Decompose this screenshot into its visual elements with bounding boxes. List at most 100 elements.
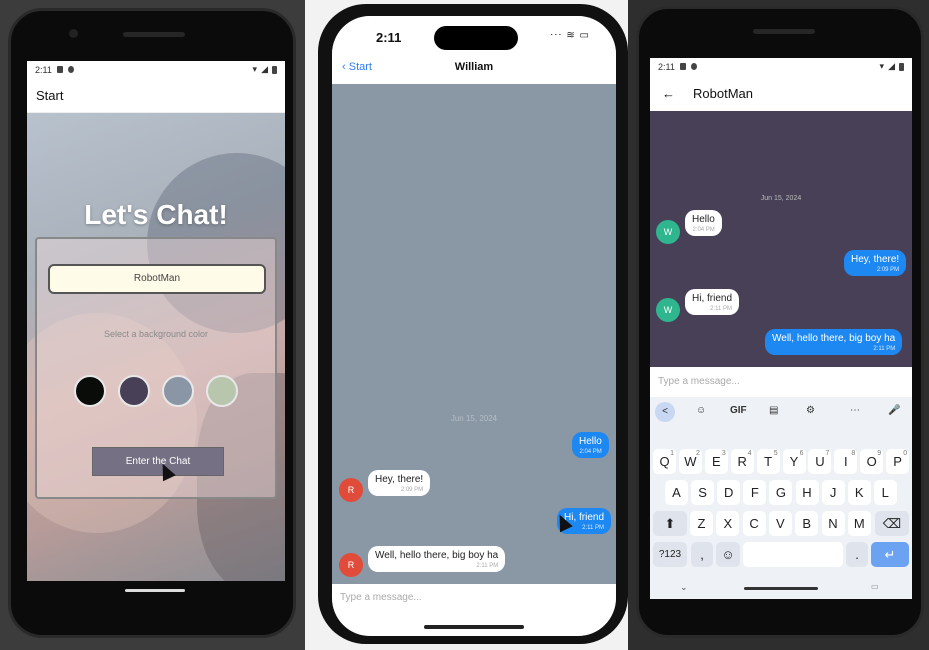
message-text: Well, hello there, big boy ha [375,550,499,561]
keyboard-switch-icon[interactable]: ▭ [871,582,879,591]
key-e[interactable]: E3 [704,449,728,474]
key-s[interactable]: S [691,480,715,505]
color-swatch-blue-gray[interactable] [162,375,194,407]
notification-icon [690,63,697,70]
key-v[interactable]: V [768,511,792,536]
app-bar: ← RobotMan [650,75,912,111]
space-bar[interactable] [743,542,843,567]
key-label: M [853,516,865,531]
key-label: D [723,485,734,500]
message-input[interactable]: Type a message... [332,584,616,614]
name-input[interactable]: RobotMan [48,264,266,294]
key-label: C [749,516,759,531]
color-swatch-purple[interactable] [118,375,150,407]
back-arrow-icon[interactable]: ← [662,86,675,101]
gif-icon[interactable]: GIF [730,405,747,416]
key-hint: 5 [773,450,778,457]
sim-icon [679,63,686,70]
key-m[interactable]: M [847,511,871,536]
clipboard-icon[interactable]: ▤ [769,405,778,416]
emoji-key[interactable]: ☺ [716,542,740,567]
key-hint: 6 [799,450,804,457]
message-bubble: Hey, there! 2:09 PM [368,470,431,496]
key-w[interactable]: W2 [678,449,702,474]
key-label: Q [659,454,670,469]
shift-key[interactable]: ⬆ [653,511,687,536]
period-key[interactable]: . [846,542,868,567]
key-o[interactable]: O9 [860,449,884,474]
key-label: W [684,454,697,469]
key-hint: 8 [851,450,856,457]
key-y[interactable]: Y6 [782,449,806,474]
key-label: V [776,516,785,531]
date-divider: Jun 15, 2024 [450,414,498,423]
gear-icon[interactable]: ⚙ [806,405,815,416]
key-n[interactable]: N [821,511,845,536]
message-list: Jun 15, 2024 W Hello 2:04 PM Hey, there!… [650,111,912,367]
key-f[interactable]: F [743,480,767,505]
key-q[interactable]: Q1 [653,449,676,474]
key-hint: 2 [695,450,700,457]
message-input[interactable]: Type a message... [650,367,912,397]
key-i[interactable]: I8 [834,449,858,474]
key-z[interactable]: Z [690,511,713,536]
nav-header: 2:11 ⋅⋅⋅ ≋ ▭ ‹ Start William [332,16,616,84]
key-label: Z [697,516,706,531]
key-k[interactable]: K [847,480,871,505]
key-u[interactable]: U7 [808,449,832,474]
key-label: L [881,485,889,500]
key-r[interactable]: R4 [730,449,754,474]
collapse-icon[interactable]: < [655,402,675,422]
start-screen: 2:11 ▾ ◢ Start Let's Chat! RobotMan Sele… [27,61,285,581]
home-indicator[interactable] [744,587,818,590]
message-bubble: Hi, friend 2:11 PM [685,289,740,315]
key-b[interactable]: B [795,511,819,536]
key-j[interactable]: J [821,480,845,505]
key-label: G [775,485,786,500]
key-label: Y [789,454,799,469]
message-bubble: Hello 2:04 PM [572,432,609,458]
key-h[interactable]: H [795,480,819,505]
android-phone-chat-robotman: 2:11 ▾ ◢ ← RobotMan Jun 15, 2024 W Hello… [636,6,924,638]
key-label: F [750,485,759,500]
enter-key[interactable]: ↵ [871,542,909,567]
key-l[interactable]: L [873,480,897,505]
key-label: X [723,516,733,531]
backspace-key[interactable]: ⌫ [875,511,909,536]
color-swatch-black[interactable] [74,375,106,407]
microphone-icon[interactable]: 🎤 [888,405,900,416]
message-text: Hey, there! [851,254,900,265]
home-indicator[interactable] [125,589,185,592]
chat-title: William [454,61,494,73]
dynamic-island [434,26,518,50]
key-c[interactable]: C [742,511,766,536]
key-p[interactable]: P0 [886,449,910,474]
app-bar: Start [27,78,285,113]
front-camera [69,29,78,38]
battery-icon [272,65,277,74]
more-icon[interactable]: ⋯ [850,405,860,416]
key-t[interactable]: T5 [756,449,780,474]
soft-keyboard: < ☺ GIF ▤ ⚙ ⋯ 🎤 Q1W2E3R4T5Y6U7I8O9P0 ASD… [650,397,912,599]
key-a[interactable]: A [665,480,688,505]
key-label: U [815,454,825,469]
wifi-icon: ▾ [879,61,885,71]
key-label: P [893,454,902,469]
keyboard-hide-icon[interactable]: ⌄ [680,582,688,593]
color-swatch-green[interactable] [206,375,238,407]
key-label: T [764,454,773,469]
message-time: 2:09 PM [876,267,900,273]
comma-key[interactable]: , [691,542,713,567]
key-g[interactable]: G [769,480,793,505]
key-hint: 1 [670,450,674,457]
key-d[interactable]: D [717,480,741,505]
key-x[interactable]: X [716,511,740,536]
key-hint: 4 [747,450,752,457]
key-hint: 0 [903,450,908,457]
message-text: Hi, friend [692,293,733,304]
home-indicator[interactable] [424,625,524,629]
sticker-icon[interactable]: ☺ [696,405,706,416]
message-bubble: Hello 2:04 PM [685,210,722,236]
key-label: J [829,485,837,500]
symbols-key[interactable]: ?123 [653,542,687,567]
